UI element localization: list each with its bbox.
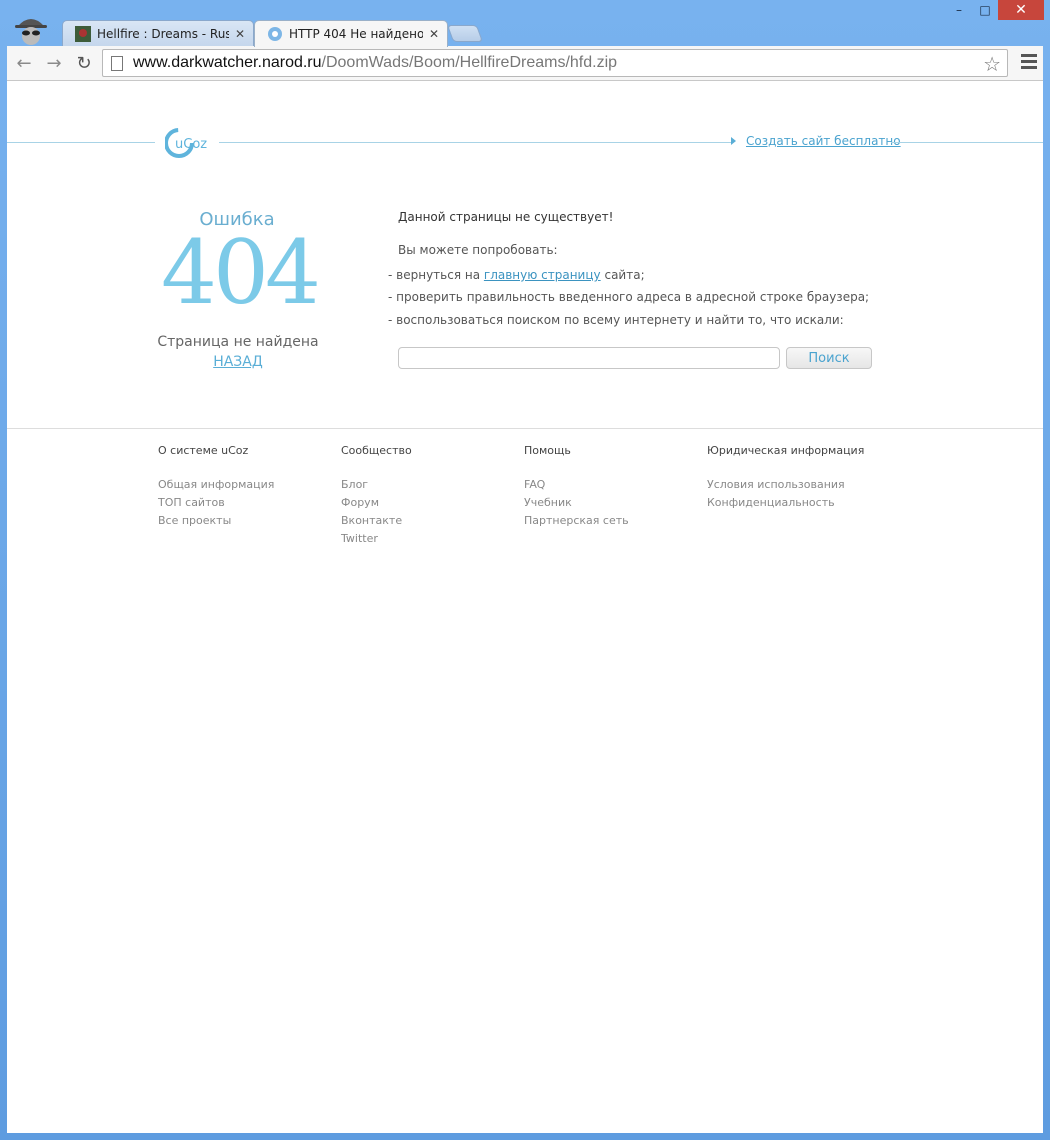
footer-heading: О системе uCoz <box>158 444 249 457</box>
bookmark-star-icon[interactable]: ☆ <box>983 52 1001 76</box>
tab-hellfire[interactable]: Hellfire : Dreams - Russian ✕ <box>62 20 254 47</box>
new-tab-button[interactable] <box>446 25 484 42</box>
footer-column-legal: Юридическая информация Условия использов… <box>707 444 864 512</box>
search-button[interactable]: Поиск <box>786 347 872 369</box>
footer-link[interactable]: Учебник <box>524 494 629 512</box>
footer-link[interactable]: Вконтакте <box>341 512 412 530</box>
tab-label: Hellfire : Dreams - Russian <box>97 27 229 41</box>
footer-link[interactable]: FAQ <box>524 476 629 494</box>
message-heading: Данной страницы не существует! <box>398 210 614 224</box>
footer-column-help: Помощь FAQ Учебник Партнерская сеть <box>524 444 629 530</box>
reload-icon[interactable]: ↻ <box>73 52 95 74</box>
home-page-link[interactable]: главную страницу <box>484 268 601 282</box>
footer-heading: Юридическая информация <box>707 444 865 457</box>
create-site-link[interactable]: Создать сайт бесплатно <box>746 134 901 148</box>
address-bar[interactable]: www.darkwatcher.narod.ru/DoomWads/Boom/H… <box>102 49 1008 77</box>
tab-close-icon[interactable]: ✕ <box>429 27 439 41</box>
footer-link[interactable]: Блог <box>341 476 412 494</box>
ucoz-logo[interactable]: uCoz <box>165 127 213 159</box>
back-arrow-icon[interactable]: ← <box>13 52 35 74</box>
header-divider <box>7 142 155 143</box>
footer-link[interactable]: Партнерская сеть <box>524 512 629 530</box>
footer-link[interactable]: Twitter <box>341 530 412 548</box>
page-icon <box>111 55 123 71</box>
tab-close-icon[interactable]: ✕ <box>235 27 245 41</box>
header-divider <box>219 142 731 143</box>
forward-arrow-icon[interactable]: → <box>43 52 65 74</box>
footer-link[interactable]: Все проекты <box>158 512 274 530</box>
footer-link[interactable]: Общая информация <box>158 476 274 494</box>
footer-link[interactable]: Условия использования <box>707 476 864 494</box>
minimize-button[interactable]: – <box>946 0 972 20</box>
footer-column-community: Сообщество Блог Форум Вконтакте Twitter <box>341 444 412 548</box>
footer-link[interactable]: Конфиденциальность <box>707 494 864 512</box>
footer-heading: Сообщество <box>341 444 412 457</box>
footer-column-about: О системе uCoz Общая информация ТОП сайт… <box>158 444 274 530</box>
url-text: www.darkwatcher.narod.ru/DoomWads/Boom/H… <box>133 54 618 71</box>
browser-toolbar: ← → ↻ www.darkwatcher.narod.ru/DoomWads/… <box>7 46 1043 81</box>
suggestion-item: - проверить правильность введенного адре… <box>388 290 870 304</box>
site-favicon-icon <box>75 26 91 42</box>
svg-text:uCoz: uCoz <box>175 137 207 152</box>
tab-label: HTTP 404 Не найдено <box>289 27 423 41</box>
not-found-text: Страница не найдена <box>157 334 319 350</box>
ucoz-favicon-icon <box>268 27 282 41</box>
close-window-button[interactable]: ✕ <box>998 0 1044 20</box>
suggestion-item: - воспользоваться поиском по всему интер… <box>388 313 844 327</box>
incognito-icon <box>15 19 47 45</box>
tab-404[interactable]: HTTP 404 Не найдено ✕ <box>254 20 448 47</box>
maximize-button[interactable]: □ <box>972 0 998 20</box>
menu-icon[interactable] <box>1021 54 1037 70</box>
arrow-right-icon <box>731 137 736 145</box>
suggestion-item: - вернуться на главную страницу сайта; <box>388 268 645 282</box>
error-code: 404 <box>161 221 321 324</box>
window-controls: – □ ✕ <box>946 0 1044 20</box>
back-link[interactable]: НАЗАД <box>147 354 329 370</box>
message-subheading: Вы можете попробовать: <box>398 243 558 257</box>
header-divider <box>891 142 1043 143</box>
footer-heading: Помощь <box>524 444 571 457</box>
search-input[interactable] <box>398 347 780 369</box>
footer-divider <box>7 428 1043 429</box>
page-content: uCoz Создать сайт бесплатно Ошибка 404 С… <box>7 81 1043 1133</box>
footer-link[interactable]: Форум <box>341 494 412 512</box>
footer-link[interactable]: ТОП сайтов <box>158 494 274 512</box>
